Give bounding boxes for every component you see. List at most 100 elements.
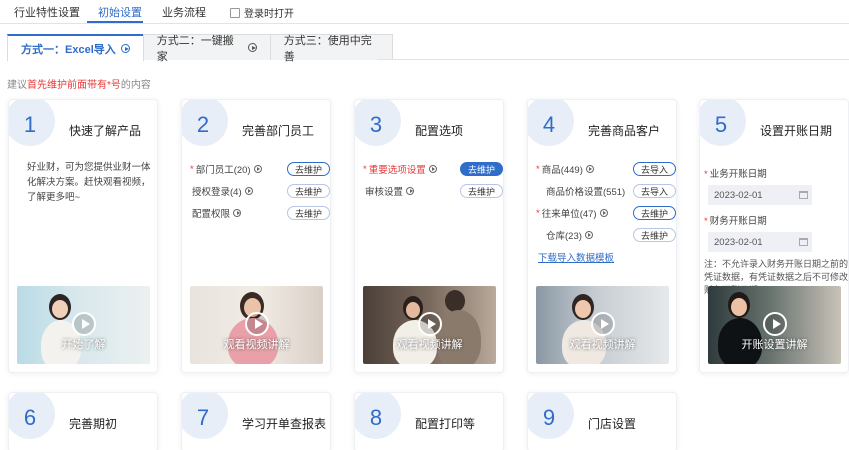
maintain-button[interactable]: 去维护: [459, 184, 503, 198]
video-caption: 观看视频讲解: [569, 339, 636, 351]
item-label[interactable]: 审核设置: [365, 184, 403, 198]
open-on-login-option[interactable]: 登录时打开: [230, 5, 294, 20]
step-number: 5: [714, 112, 728, 137]
video-thumbnail[interactable]: 观看视频讲解: [190, 286, 323, 364]
step-body: 好业财，可为您提供业财一体化解决方案。赶快观看视频，了解更多吧~: [17, 160, 157, 205]
item-label[interactable]: 授权登录(4): [192, 184, 242, 198]
maintain-button[interactable]: 去维护: [459, 162, 503, 176]
tab-initial-settings[interactable]: 初始设置: [98, 4, 142, 20]
step-card-1: 1 快速了解产品 好业财，可为您提供业财一体化解决方案。赶快观看视频，了解更多吧…: [8, 99, 158, 373]
play-icon[interactable]: [71, 312, 96, 336]
item-label[interactable]: 商品(449): [542, 162, 583, 176]
video-caption: 观看视频讲解: [223, 339, 290, 351]
step-number: 7: [196, 405, 210, 430]
step-card-8: 8 配置打印等: [354, 392, 504, 450]
play-circle-icon[interactable]: [599, 209, 608, 217]
play-circle-icon[interactable]: [120, 44, 130, 53]
video-thumbnail[interactable]: 观看视频讲解: [363, 286, 496, 364]
step-number: 1: [23, 112, 37, 137]
play-icon[interactable]: [244, 312, 269, 336]
play-circle-icon[interactable]: [584, 231, 593, 239]
video-thumbnail[interactable]: 开始了解: [17, 286, 150, 364]
list-item: 授权登录(4) 去维护: [190, 180, 330, 202]
step-card-9: 9 门店设置: [527, 392, 677, 450]
maintain-button[interactable]: 去维护: [632, 206, 676, 220]
item-label[interactable]: 往来单位(47): [542, 206, 597, 220]
item-label[interactable]: 商品价格设置(551): [546, 184, 625, 198]
play-circle-icon[interactable]: [406, 187, 415, 195]
play-circle-icon[interactable]: [233, 209, 242, 217]
step-title: 配置选项: [415, 124, 464, 138]
video-caption: 开始了解: [61, 339, 106, 351]
step-card-6: 6 完善期初: [8, 392, 158, 450]
item-label[interactable]: 配置权限: [192, 206, 230, 220]
video-caption: 开账设置讲解: [741, 339, 808, 351]
top-tab-bar: 行业特性设置 初始设置 业务流程 登录时打开: [0, 0, 849, 24]
maintain-button[interactable]: 去维护: [286, 162, 330, 176]
maintain-button[interactable]: 去维护: [286, 184, 330, 198]
play-icon[interactable]: [590, 312, 615, 336]
video-thumbnail[interactable]: 开账设置讲解: [708, 286, 841, 364]
finance-date-input[interactable]: 2023-02-01: [708, 232, 812, 252]
step-body: * 商品(449) 去导入 商品价格设置(551) 去导入 * 往来单位(47) 去…: [536, 158, 676, 264]
business-date-input[interactable]: 2023-02-01: [708, 185, 812, 205]
download-template-link[interactable]: 下载导入数据模板: [536, 250, 676, 264]
play-icon[interactable]: [417, 312, 442, 336]
maintain-button[interactable]: 去维护: [286, 206, 330, 220]
item-label[interactable]: 重要选项设置: [369, 162, 426, 176]
step-title: 完善部门员工: [242, 124, 315, 138]
step-card-5: 5 设置开账日期 * 业务开账日期 2023-02-01 * 财务开账日期 2023…: [699, 99, 849, 373]
list-item: * 商品(449) 去导入: [536, 158, 676, 180]
play-circle-icon[interactable]: [253, 165, 262, 173]
step-card-4: 4 完善商品客户 * 商品(449) 去导入 商品价格设置(551) 去导入 * 往…: [527, 99, 677, 373]
video-caption: 观看视频讲解: [396, 339, 463, 351]
divider: [377, 59, 849, 60]
play-circle-icon[interactable]: [585, 165, 594, 173]
maintain-button[interactable]: 去维护: [632, 228, 676, 242]
step-body: * 部门员工(20) 去维护 授权登录(4) 去维护 配置权限 去维护: [190, 158, 330, 224]
list-item: 配置权限 去维护: [190, 202, 330, 224]
step-number: 9: [542, 405, 556, 430]
list-item: * 重要选项设置 去维护: [363, 158, 503, 180]
step-title: 快速了解产品: [69, 124, 142, 138]
play-circle-icon[interactable]: [428, 165, 437, 173]
tab-method-migrate[interactable]: 方式二：一键搬家: [142, 34, 271, 63]
video-thumbnail[interactable]: 观看视频讲解: [536, 286, 669, 364]
tab-industry-settings[interactable]: 行业特性设置: [14, 4, 80, 20]
step-number: 3: [369, 112, 383, 137]
hint-text: 建议首先维护前面带有*号的内容: [7, 80, 151, 91]
import-button[interactable]: 去导入: [632, 184, 676, 198]
play-circle-icon[interactable]: [244, 187, 253, 195]
tab-method-excel[interactable]: 方式一：Excel导入: [7, 34, 144, 61]
tab-method-improve[interactable]: 方式三：使用中完善: [269, 34, 393, 63]
step-card-7: 7 学习开单查报表: [181, 392, 331, 450]
method-tabs: 方式一：Excel导入 方式二：一键搬家 方式三：使用中完善: [7, 34, 393, 63]
step-title: 门店设置: [588, 417, 637, 431]
checkbox-icon[interactable]: [230, 7, 240, 18]
play-icon[interactable]: [762, 312, 787, 336]
play-circle-icon[interactable]: [247, 43, 257, 52]
list-item: 仓库(23) 去维护: [536, 224, 676, 246]
step-title: 完善商品客户: [588, 124, 661, 138]
active-tab-indicator: [87, 21, 143, 23]
finance-date-label: * 财务开账日期: [704, 216, 767, 227]
step-card-3: 3 配置选项 * 重要选项设置 去维护 审核设置 去维护 观看视频讲解: [354, 99, 504, 373]
list-item: * 往来单位(47) 去维护: [536, 202, 676, 224]
step-title: 学习开单查报表: [242, 417, 327, 431]
tab-method-improve-label: 方式三：使用中完善: [283, 34, 372, 63]
item-label[interactable]: 仓库(23): [546, 228, 582, 242]
calendar-icon[interactable]: [799, 191, 808, 199]
list-item: 商品价格设置(551) 去导入: [536, 180, 676, 202]
tab-method-excel-label: 方式一：Excel导入: [21, 43, 116, 56]
step-body: * 重要选项设置 去维护 审核设置 去维护: [363, 158, 503, 202]
step-card-2: 2 完善部门员工 * 部门员工(20) 去维护 授权登录(4) 去维护 配置权限 …: [181, 99, 331, 373]
step-title: 配置打印等: [415, 417, 476, 431]
tab-method-migrate-label: 方式二：一键搬家: [156, 34, 234, 63]
business-date-label: * 业务开账日期: [704, 169, 767, 180]
step-number: 4: [542, 112, 556, 137]
step-body: * 业务开账日期 2023-02-01 * 财务开账日期 2023-02-01 注：…: [704, 162, 848, 297]
item-label[interactable]: 部门员工(20): [196, 162, 251, 176]
import-button[interactable]: 去导入: [632, 162, 676, 176]
calendar-icon[interactable]: [799, 238, 808, 246]
tab-business-process[interactable]: 业务流程: [162, 4, 206, 20]
